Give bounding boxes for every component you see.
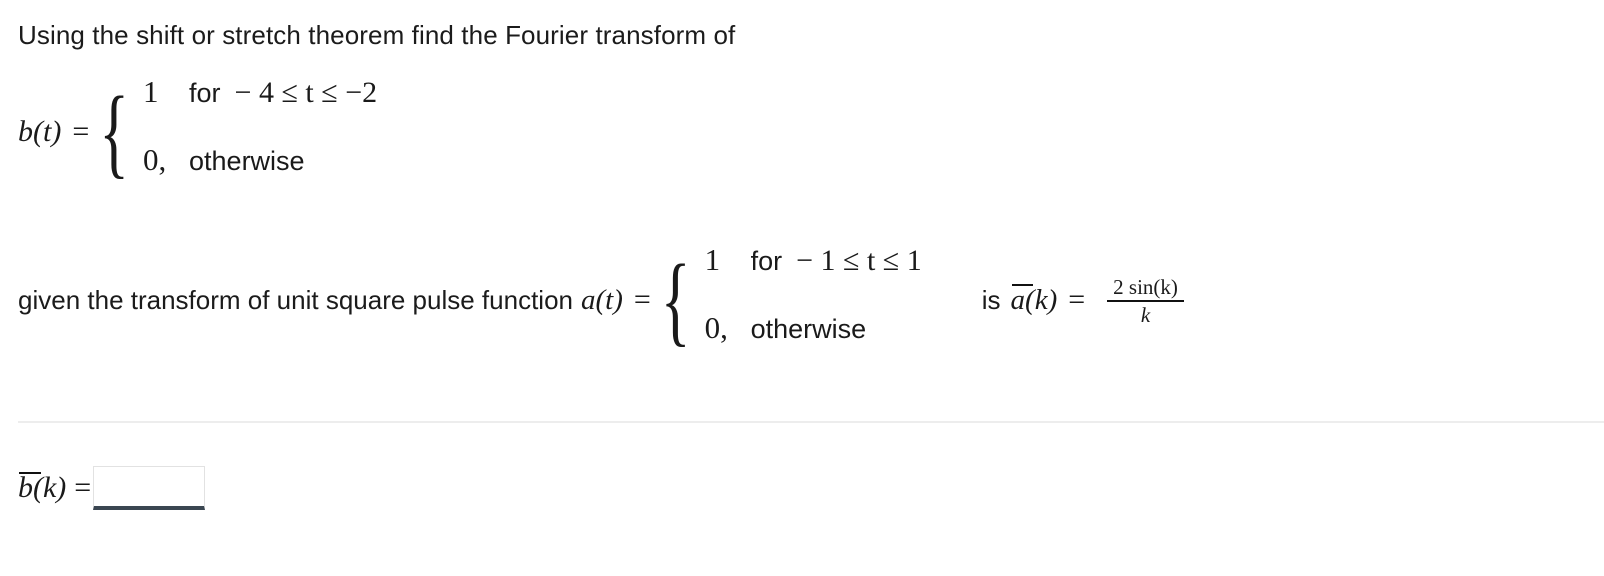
answer-equals-sign: =	[74, 471, 92, 504]
case-value-b-2: 0,	[143, 142, 167, 177]
case-for-b-1: for	[189, 78, 221, 108]
case-condition-a-2: otherwise	[750, 314, 867, 344]
case-row-b-1: 1 for − 4 ≤ t ≤ −2	[143, 74, 377, 122]
cases-block-b: 1 for − 4 ≤ t ≤ −2 0, otherwise	[143, 74, 377, 190]
function-label-at: a(t)	[581, 283, 623, 316]
piecewise-definition-b: b(t) = { 1 for − 4 ≤ t ≤ −2 0, otherwise	[18, 74, 378, 190]
overbar-bk	[19, 471, 42, 474]
fraction-numerator: 2 sin(k)	[1113, 274, 1178, 299]
function-label-bt: b(t)	[18, 115, 62, 148]
answer-label-bk-text: b(k)	[18, 471, 67, 504]
question-body: Using the shift or stretch theorem find …	[18, 18, 1586, 358]
case-value-a-1: 1	[704, 242, 721, 277]
fraction-denominator: k	[1140, 303, 1151, 327]
case-for-a-1: for	[750, 246, 783, 276]
overbar-ak	[1011, 284, 1033, 287]
question-prompt: Using the shift or stretch theorem find …	[18, 20, 736, 50]
answer-input[interactable]	[93, 466, 206, 510]
answer-label-bk: b(k)	[18, 471, 66, 505]
question-page: { "prompt": { "text": "Using the shift o…	[0, 0, 1604, 576]
case-condition-b-1: − 4 ≤ t ≤ −2	[234, 76, 378, 109]
given-lead-text: given the transform of unit square pulse…	[18, 285, 573, 315]
equals-sign-at: =	[633, 283, 651, 316]
fraction-2sink-over-k: 2 sin(k) k	[1107, 276, 1184, 326]
case-row-a-2: 0, otherwise	[705, 310, 922, 358]
equals-sign-ak: =	[1068, 283, 1086, 316]
is-word: is	[981, 284, 1001, 315]
answer-row: b(k) =	[18, 466, 206, 510]
equals-sign-bt: =	[72, 115, 90, 148]
case-value-b-1: 1	[143, 74, 159, 109]
case-condition-b-2: otherwise	[189, 146, 305, 176]
case-row-a-1: 1 for − 1 ≤ t ≤ 1	[705, 242, 922, 290]
cases-block-a: 1 for − 1 ≤ t ≤ 1 0, otherwise	[705, 242, 922, 358]
case-value-a-2: 0,	[704, 310, 728, 345]
given-statement: given the transform of unit square pulse…	[18, 242, 1586, 358]
transform-label-ak: a(k)	[1011, 284, 1058, 317]
case-condition-a-1: − 1 ≤ t ≤ 1	[796, 244, 922, 277]
case-row-b-2: 0, otherwise	[143, 142, 377, 190]
section-divider	[18, 421, 1604, 423]
transform-label-ak-text: a(k)	[1010, 283, 1058, 316]
